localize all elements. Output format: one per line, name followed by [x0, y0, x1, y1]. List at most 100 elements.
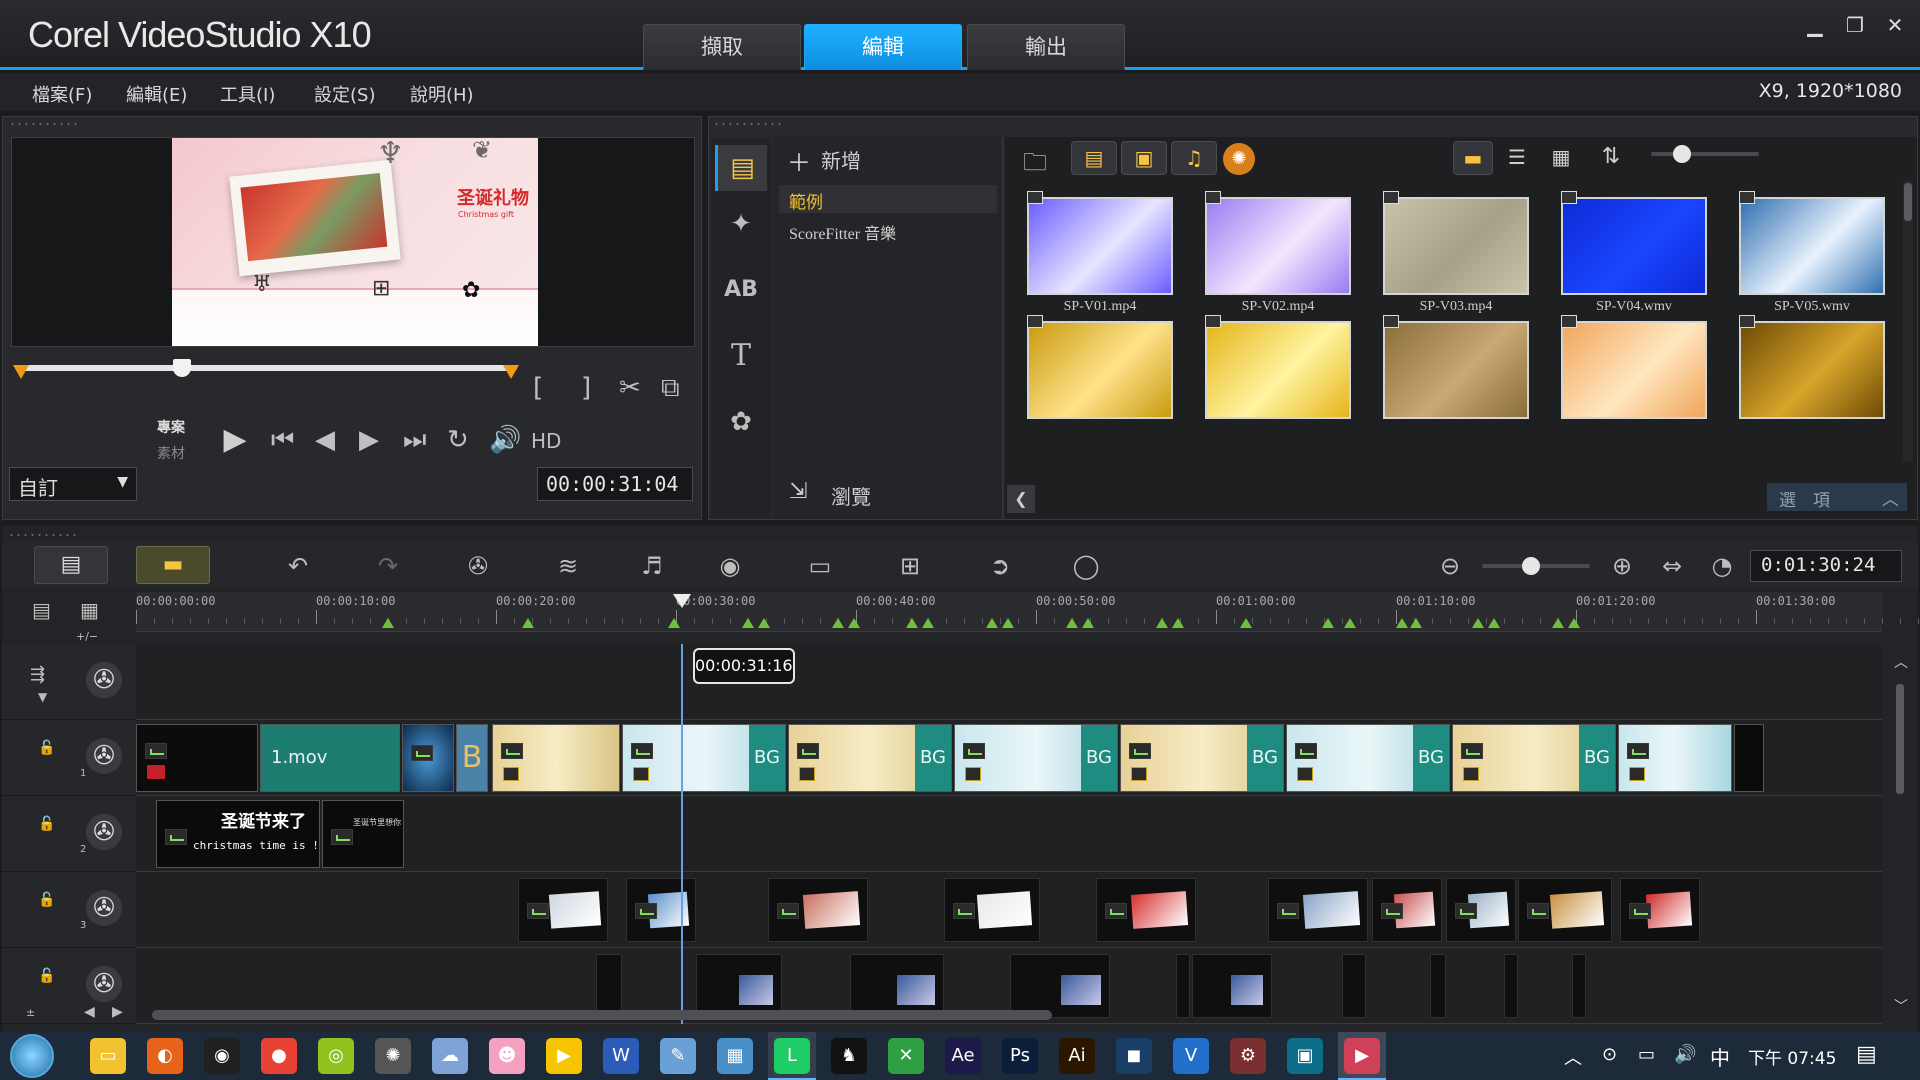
volume-icon[interactable]: 🔊 — [489, 425, 521, 455]
chapter-marker[interactable] — [1322, 618, 1334, 628]
thumbnail-size-knob[interactable] — [1673, 145, 1691, 163]
chapter-marker[interactable] — [1472, 618, 1484, 628]
chapter-marker[interactable] — [1002, 618, 1014, 628]
chevron-up-icon[interactable]: ︿ — [1894, 652, 1908, 672]
options-button[interactable]: 選 項 ︿ — [1767, 483, 1907, 511]
video-clip[interactable]: BG — [788, 724, 952, 792]
browse-button[interactable]: 瀏覽 — [831, 481, 871, 510]
transition-icon[interactable]: AB — [715, 267, 767, 313]
overlay-clip[interactable] — [1010, 954, 1110, 1018]
folder-item-scorefitter[interactable]: ScoreFitter 音樂 — [779, 217, 997, 245]
film-reel-icon[interactable]: ✇ — [86, 814, 122, 850]
menu-file[interactable]: 檔案(F) — [32, 81, 92, 107]
video-clip[interactable]: BG — [622, 724, 786, 792]
chrome-icon[interactable]: ● — [261, 1038, 297, 1074]
panel-grip[interactable] — [8, 532, 78, 538]
auto-music-icon[interactable]: ♬ — [632, 550, 672, 582]
tab-edit[interactable]: 編輯 — [804, 24, 962, 70]
xbox-icon[interactable]: ✕ — [888, 1038, 924, 1074]
lock-icon[interactable]: 🔓 — [38, 892, 55, 908]
tray-chevron-icon[interactable]: ︿ — [1564, 1044, 1582, 1070]
chapter-marker[interactable] — [668, 618, 680, 628]
app-red-icon[interactable]: ⚙ — [1230, 1038, 1266, 1074]
mark-in-icon[interactable]: [ — [533, 373, 543, 403]
track-video-empty[interactable] — [136, 644, 1882, 720]
lock-icon[interactable]: 🔓 — [38, 740, 55, 756]
restore-icon[interactable]: ❐ — [1840, 12, 1870, 38]
title-clip[interactable]: 圣诞节里想你 — [322, 800, 404, 868]
chapter-marker[interactable] — [1082, 618, 1094, 628]
list-view-icon[interactable]: ☰ — [1497, 141, 1537, 175]
app-icon[interactable]: ◉ — [204, 1038, 240, 1074]
title-icon[interactable]: T — [715, 333, 767, 379]
video-clip[interactable]: BG — [954, 724, 1118, 792]
instant-project-icon[interactable]: ✦ — [715, 201, 767, 247]
overlay-clip[interactable] — [1620, 878, 1700, 942]
playhead-line[interactable] — [680, 644, 683, 1024]
aspect-select[interactable]: 自訂 ▼ — [9, 467, 137, 501]
overlay-clip[interactable] — [1342, 954, 1366, 1018]
overlay-clip[interactable] — [696, 954, 782, 1018]
library-thumbnail[interactable] — [1371, 315, 1541, 435]
chapter-marker[interactable] — [758, 618, 770, 628]
lock-icon[interactable]: 🔓 — [38, 968, 55, 984]
overlay-clip[interactable] — [1518, 878, 1612, 942]
overlay-clip[interactable] — [1572, 954, 1586, 1018]
app-brush-icon[interactable]: ✎ — [660, 1038, 696, 1074]
zoom-out-icon[interactable]: ⊖ — [1430, 550, 1470, 582]
word-icon[interactable]: W — [603, 1038, 639, 1074]
thumbnail-size-slider[interactable] — [1651, 152, 1759, 156]
chapter-cue-icon[interactable]: ▦ — [80, 598, 99, 622]
library-thumbnail[interactable] — [1193, 315, 1363, 435]
chapter-marker[interactable] — [922, 618, 934, 628]
chapter-marker[interactable] — [1066, 618, 1078, 628]
video-clip-1mov[interactable]: 1.mov — [260, 724, 400, 792]
play-icon[interactable]: ▶ — [215, 422, 255, 457]
sort-icon[interactable]: ⇅ — [1591, 141, 1631, 175]
chapter-marker[interactable] — [832, 618, 844, 628]
chapter-marker[interactable] — [1396, 618, 1408, 628]
previous-frame-icon[interactable]: ◀ — [315, 425, 335, 455]
notification-icon[interactable]: ▤ — [1856, 1042, 1877, 1067]
ime-indicator[interactable]: 中 — [1710, 1042, 1730, 1071]
repeat-icon[interactable]: ↻ — [447, 425, 469, 455]
vsco-icon[interactable]: V — [1173, 1038, 1209, 1074]
record-capture-icon[interactable]: ✇ — [458, 550, 498, 582]
overlay-clip[interactable] — [1430, 954, 1446, 1018]
scroll-right-icon[interactable]: ▶ — [112, 1004, 123, 1020]
zoom-control-label[interactable]: +/− — [76, 630, 98, 643]
online-content-icon[interactable]: ✺ — [1223, 143, 1255, 175]
film-reel-icon[interactable]: ✇ — [86, 738, 122, 774]
library-thumbnail[interactable] — [1549, 315, 1719, 435]
film-reel-icon[interactable]: ✇ — [86, 662, 122, 698]
timeline-vscrollbar[interactable]: ︿ ﹀ — [1890, 650, 1910, 1020]
home-icon[interactable]: ⏮ — [271, 425, 294, 456]
add-icon[interactable]: ＋ — [787, 143, 811, 178]
scroll-left-icon[interactable]: ◀ — [84, 1004, 95, 1020]
chapter-marker[interactable] — [986, 618, 998, 628]
overlay-clip[interactable] — [1176, 954, 1190, 1018]
chapter-marker[interactable] — [1410, 618, 1422, 628]
track-manager-icon[interactable]: ▤ — [32, 598, 51, 622]
library-thumbnail[interactable]: SP-V05.wmv — [1727, 191, 1897, 314]
browse-icon[interactable]: ⇲ — [789, 479, 807, 504]
chapter-marker[interactable] — [1240, 618, 1252, 628]
chapter-marker[interactable] — [1344, 618, 1356, 628]
video-clip[interactable] — [1734, 724, 1764, 792]
storyboard-view-icon[interactable]: ▤ — [34, 546, 108, 584]
film-reel-icon[interactable]: ✇ — [86, 890, 122, 926]
chapter-marker[interactable] — [1568, 618, 1580, 628]
network-icon[interactable]: ▭ — [1638, 1044, 1655, 1065]
library-scroll-thumb[interactable] — [1904, 183, 1912, 221]
overlay-clip[interactable] — [518, 878, 608, 942]
overlay-clip[interactable] — [596, 954, 622, 1018]
chevron-down-icon[interactable]: ▼ — [38, 690, 47, 704]
library-thumbnail[interactable]: SP-V02.mp4 — [1193, 191, 1363, 314]
overlay-clip[interactable] — [626, 878, 696, 942]
panel-grip[interactable] — [713, 121, 783, 127]
video-clip[interactable] — [136, 724, 258, 792]
settings-icon[interactable]: ✺ — [375, 1038, 411, 1074]
timeline-zoom-knob[interactable] — [1521, 557, 1540, 575]
hd-preview-button[interactable]: HD — [531, 429, 561, 453]
enlarge-icon[interactable]: ⧉ — [661, 373, 680, 404]
